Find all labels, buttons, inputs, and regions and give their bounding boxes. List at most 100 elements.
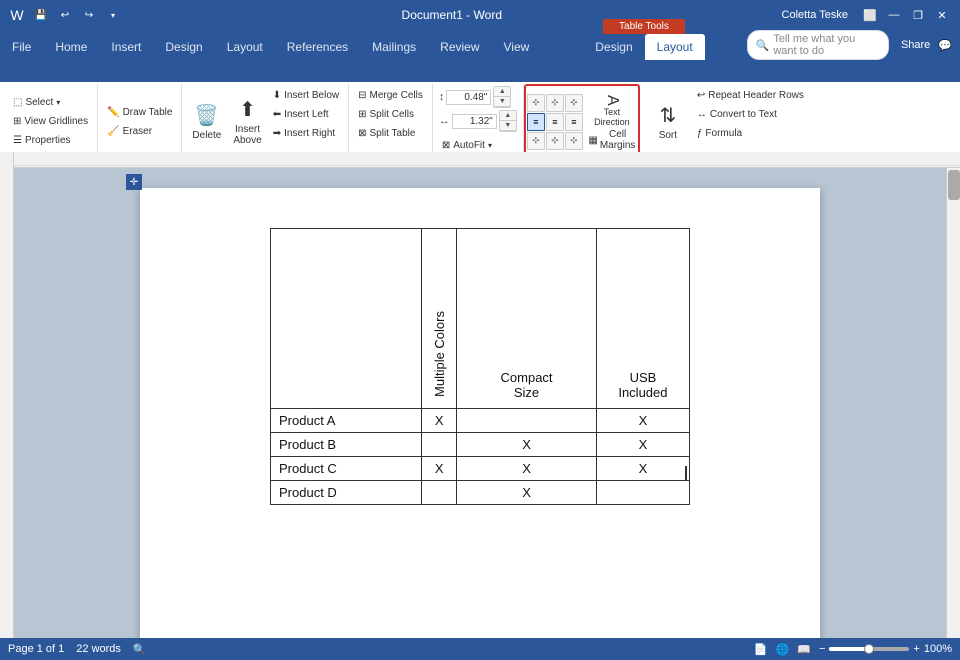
view-gridlines-button[interactable]: ⊞ View Gridlines bbox=[10, 113, 91, 131]
tab-mailings[interactable]: Mailings bbox=[360, 34, 428, 60]
width-input[interactable] bbox=[452, 114, 497, 129]
tell-me-bar[interactable]: 🔍 Tell me what you want to do bbox=[747, 30, 889, 60]
eraser-button[interactable]: 🧹 Eraser bbox=[104, 122, 175, 140]
view-read-icon[interactable]: 📖 bbox=[797, 643, 811, 656]
restore-button[interactable]: ❐ bbox=[908, 5, 928, 25]
horizontal-ruler bbox=[14, 152, 960, 168]
repeat-header-rows-button[interactable]: ↩ Repeat Header Rows bbox=[694, 87, 807, 105]
properties-button[interactable]: ☰ Properties bbox=[10, 132, 91, 150]
track-changes-icon: 🔍 bbox=[133, 643, 147, 656]
delete-button[interactable]: 🗑️ Delete bbox=[188, 96, 225, 148]
alignment-grid: ⊹ ⊹ ⊹ ≡ ≡ ≡ ⊹ ⊹ ⊹ bbox=[527, 94, 583, 150]
save-qat-button[interactable]: 💾 bbox=[32, 6, 50, 24]
align-top-left[interactable]: ⊹ bbox=[527, 94, 545, 112]
tab-file[interactable]: File bbox=[0, 34, 43, 60]
height-input[interactable] bbox=[446, 90, 491, 105]
align-bottom-left[interactable]: ⊹ bbox=[527, 132, 545, 150]
align-middle-left[interactable]: ≡ bbox=[527, 113, 545, 131]
tab-table-design[interactable]: Design bbox=[583, 34, 644, 60]
height-up-button[interactable]: ▲ bbox=[494, 87, 510, 97]
convert-to-text-icon: ↔ bbox=[697, 109, 707, 120]
minimize-button[interactable]: — bbox=[884, 5, 904, 25]
tab-home[interactable]: Home bbox=[43, 34, 99, 60]
product-a-usb-included: X bbox=[596, 409, 689, 433]
tell-me-text: Tell me what you want to do bbox=[773, 33, 880, 57]
align-middle-right[interactable]: ≡ bbox=[565, 113, 583, 131]
width-down-button[interactable]: ▼ bbox=[500, 121, 516, 131]
table-row: Product B X X bbox=[271, 433, 690, 457]
align-top-right[interactable]: ⊹ bbox=[565, 94, 583, 112]
insert-below-button[interactable]: ⬇ Insert Below bbox=[270, 87, 342, 105]
undo-qat-button[interactable]: ↩ bbox=[56, 6, 74, 24]
product-c-usb-included: X bbox=[596, 457, 689, 481]
tab-layout[interactable]: Layout bbox=[215, 34, 275, 60]
context-tab-group-label: Table Tools bbox=[603, 19, 685, 34]
table-move-handle[interactable]: ✛ bbox=[126, 174, 142, 190]
redo-qat-button[interactable]: ↪ bbox=[80, 6, 98, 24]
insert-right-button[interactable]: ➡ Insert Right bbox=[270, 125, 342, 143]
cell-margins-button[interactable]: ▦ Cell Margins bbox=[587, 130, 637, 150]
product-d-compact-size: X bbox=[457, 481, 597, 505]
table-row: Product A X X bbox=[271, 409, 690, 433]
align-top-center[interactable]: ⊹ bbox=[546, 94, 564, 112]
properties-icon: ☰ bbox=[13, 135, 22, 146]
table-row: Product C X X X bbox=[271, 457, 690, 481]
share-button[interactable]: Share bbox=[901, 39, 930, 51]
comments-icon: 💬 bbox=[938, 39, 952, 52]
height-icon: ↕ bbox=[439, 91, 445, 103]
product-a-multiple-colors: X bbox=[422, 409, 457, 433]
customize-qat-button[interactable]: ▾ bbox=[104, 6, 122, 24]
view-normal-icon[interactable]: 📄 bbox=[754, 643, 768, 656]
close-button[interactable]: ✕ bbox=[932, 5, 952, 25]
vertical-scrollbar[interactable] bbox=[946, 168, 960, 638]
tab-table-layout[interactable]: Layout bbox=[645, 34, 705, 60]
select-button[interactable]: ⬚ Select ▾ bbox=[10, 94, 91, 112]
split-table-button[interactable]: ⊠ Split Table bbox=[355, 125, 426, 143]
select-icon: ⬚ bbox=[13, 97, 22, 108]
align-bottom-center[interactable]: ⊹ bbox=[546, 132, 564, 150]
insert-above-button[interactable]: ⬆ InsertAbove bbox=[229, 96, 265, 148]
align-bottom-right[interactable]: ⊹ bbox=[565, 132, 583, 150]
view-web-icon[interactable]: 🌐 bbox=[776, 643, 790, 656]
insert-left-button[interactable]: ⬅ Insert Left bbox=[270, 106, 342, 124]
word-count: 22 words bbox=[76, 643, 121, 656]
tab-references[interactable]: References bbox=[275, 34, 360, 60]
convert-to-text-button[interactable]: ↔ Convert to Text bbox=[694, 106, 807, 124]
zoom-thumb[interactable] bbox=[864, 644, 874, 654]
zoom-in-button[interactable]: + bbox=[913, 643, 919, 655]
title-bar-right: Coletta Teske ⬜ — ❐ ✕ bbox=[782, 5, 952, 25]
insert-below-icon: ⬇ bbox=[273, 90, 281, 101]
sort-button[interactable]: ⇅ Sort bbox=[646, 96, 690, 148]
title-bar: W 💾 ↩ ↪ ▾ Document1 - Word Coletta Teske… bbox=[0, 0, 960, 30]
sort-icon: ⇅ bbox=[659, 103, 676, 128]
zoom-out-button[interactable]: − bbox=[819, 643, 825, 655]
ribbon-toggle-button[interactable]: ⬜ bbox=[860, 5, 880, 25]
delete-icon: 🗑️ bbox=[194, 103, 219, 128]
width-up-button[interactable]: ▲ bbox=[500, 111, 516, 121]
draw-table-icon: ✏️ bbox=[107, 107, 119, 118]
zoom-control: − + 100% bbox=[819, 643, 952, 655]
table-header-empty bbox=[271, 229, 422, 409]
align-middle-center[interactable]: ≡ bbox=[546, 113, 564, 131]
tab-design[interactable]: Design bbox=[153, 34, 214, 60]
table-header-usb-included: USBIncluded bbox=[596, 229, 689, 409]
gridlines-icon: ⊞ bbox=[13, 116, 21, 127]
status-right: 📄 🌐 📖 − + 100% bbox=[754, 643, 952, 656]
formula-button[interactable]: ƒ Formula bbox=[694, 125, 807, 143]
height-down-button[interactable]: ▼ bbox=[494, 97, 510, 107]
product-d-usb-included bbox=[596, 481, 689, 505]
scrollbar-thumb[interactable] bbox=[948, 170, 960, 200]
table-header-compact-size: CompactSize bbox=[457, 229, 597, 409]
search-icon: 🔍 bbox=[756, 39, 770, 52]
tab-review[interactable]: Review bbox=[428, 34, 491, 60]
profile-name: Coletta Teske bbox=[782, 9, 848, 21]
autofit-icon: ⊠ bbox=[442, 140, 450, 151]
zoom-slider[interactable] bbox=[829, 647, 909, 651]
merge-cells-button[interactable]: ⊟ Merge Cells bbox=[355, 87, 426, 105]
word-icon: W bbox=[8, 6, 26, 24]
tab-insert[interactable]: Insert bbox=[99, 34, 153, 60]
draw-table-button[interactable]: ✏️ Draw Table bbox=[104, 103, 175, 121]
text-direction-button[interactable]: A Text Direction bbox=[587, 93, 637, 129]
tab-view[interactable]: View bbox=[492, 34, 542, 60]
split-cells-button[interactable]: ⊞ Split Cells bbox=[355, 106, 426, 124]
